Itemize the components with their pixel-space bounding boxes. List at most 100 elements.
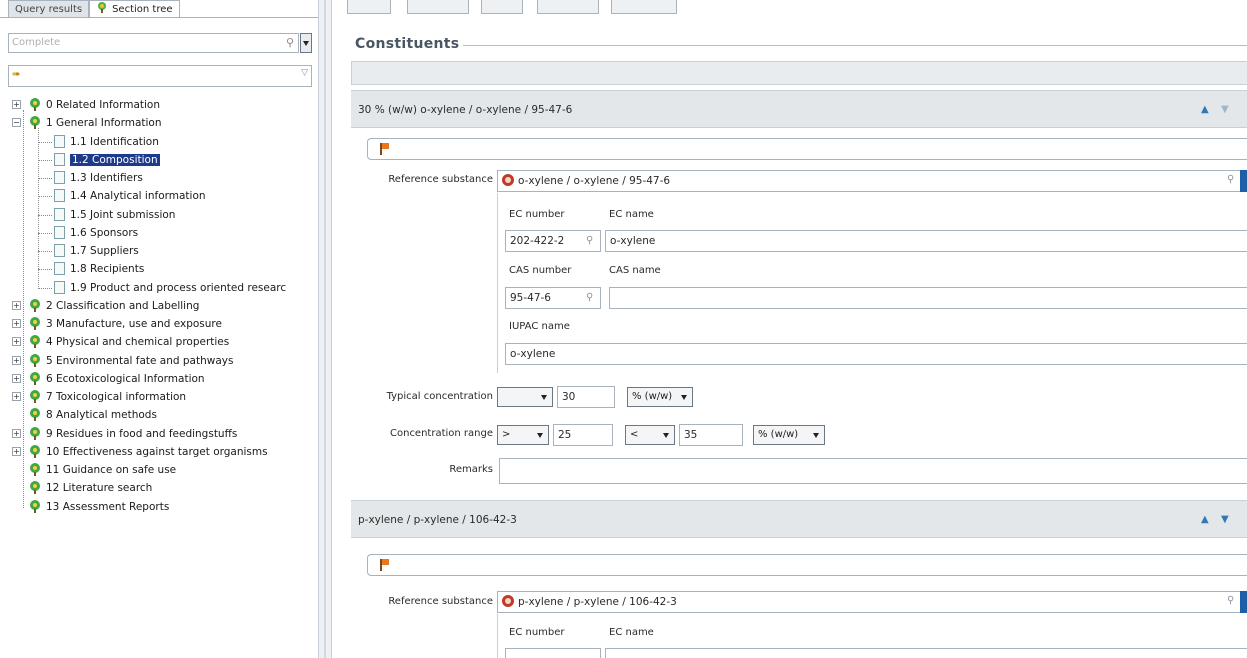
range-lower-qualifier-select[interactable]: >	[497, 425, 549, 445]
ec-number-label: EC number	[509, 209, 565, 220]
cas-number-field[interactable]: 95-47-6 ⚲	[505, 287, 601, 309]
tree-node[interactable]: +3 Manufacture, use and exposure	[12, 315, 222, 333]
tree-node[interactable]: +4 Physical and chemical properties	[12, 333, 229, 351]
cas-name-field[interactable]	[609, 287, 1247, 309]
document-icon	[54, 152, 65, 166]
splitter-grip[interactable]	[324, 0, 326, 658]
constituent-header[interactable]: p-xylene / p-xylene / 106-42-3 ▲ ▼	[351, 500, 1247, 538]
tree-connector	[38, 196, 52, 198]
typical-concentration-input[interactable]: 30	[557, 386, 615, 408]
tab-section-tree[interactable]: Section tree	[89, 0, 180, 18]
clear-reference-button[interactable]	[1240, 170, 1247, 192]
toolbar-button-4[interactable]	[537, 0, 599, 14]
expand-icon[interactable]: +	[12, 319, 21, 328]
toolbar-button-3[interactable]	[481, 0, 523, 14]
tree-node[interactable]: 1.9 Product and process oriented researc	[54, 279, 286, 297]
tree-node[interactable]: 1.4 Analytical information	[54, 187, 206, 205]
tree-node[interactable]: 1.2 Composition	[54, 151, 160, 169]
pane-splitter[interactable]	[318, 0, 332, 658]
expand-icon[interactable]: +	[12, 428, 21, 438]
flag-bar[interactable]	[367, 554, 1247, 576]
range-unit-select[interactable]: % (w/w)	[753, 425, 825, 445]
tree-node-label: 1.5 Joint submission	[70, 208, 176, 221]
tree-node[interactable]: +0 Related Information	[12, 96, 160, 114]
tree-node[interactable]: +7 Toxicological information	[12, 388, 186, 406]
expand-icon[interactable]: +	[12, 337, 21, 347]
tree-node[interactable]: +6 Ecotoxicological Information	[12, 370, 205, 388]
range-upper-qualifier-select[interactable]: <	[625, 425, 675, 445]
tree-node[interactable]: 1.7 Suppliers	[54, 242, 139, 260]
ec-name-field[interactable]: o-xylene	[605, 230, 1247, 252]
expand-icon[interactable]: +	[12, 373, 21, 383]
template-filter-input[interactable]: ➠ ▽	[8, 65, 312, 87]
flag-icon[interactable]	[380, 143, 390, 155]
tree-node[interactable]: 13 Assessment Reports	[28, 498, 169, 516]
expand-icon[interactable]: +	[12, 300, 21, 310]
tree-node-label: 11 Guidance on safe use	[46, 464, 177, 476]
ec-number-field[interactable]: 202-422-2 ⚲	[505, 230, 601, 252]
iupac-name-field[interactable]: o-xylene	[505, 343, 1247, 365]
chevron-down-icon	[813, 433, 819, 438]
move-down-icon[interactable]: ▼	[1221, 514, 1229, 525]
section-node-icon	[30, 116, 40, 130]
collapse-icon[interactable]: −	[12, 118, 21, 128]
flag-bar[interactable]	[367, 138, 1247, 160]
toolbar-button-2[interactable]	[407, 0, 469, 14]
range-lower-input[interactable]: 25	[553, 424, 613, 446]
constituent-header[interactable]: 30 % (w/w) o-xylene / o-xylene / 95-47-6…	[351, 90, 1247, 128]
tree-node[interactable]: 8 Analytical methods	[28, 406, 157, 424]
flag-icon[interactable]	[380, 559, 390, 571]
search-icon[interactable]: ⚲	[586, 288, 593, 308]
range-upper-input[interactable]: 35	[679, 424, 743, 446]
expand-icon[interactable]: +	[12, 355, 21, 365]
typical-qualifier-select[interactable]	[497, 387, 553, 407]
search-icon[interactable]: ⚲	[586, 231, 593, 251]
range-lower-qualifier-value: >	[502, 429, 511, 440]
search-icon[interactable]: ⚲	[1227, 595, 1234, 606]
document-pane: Constituents 30 % (w/w) o-xylene / o-xyl…	[333, 0, 1247, 658]
reference-substance-field[interactable]: o-xylene / o-xylene / 95-47-6	[497, 170, 1241, 192]
reference-details-panel	[497, 614, 498, 658]
navigation-pane: Query results Section tree Complete ⚲ ➠ …	[0, 0, 318, 658]
tree-connector	[23, 110, 24, 508]
expand-icon[interactable]: +	[12, 392, 21, 401]
tree-node[interactable]: +9 Residues in food and feedingstuffs	[12, 425, 237, 443]
filter-dropdown-button[interactable]	[300, 33, 312, 53]
typical-unit-select[interactable]: % (w/w)	[627, 387, 693, 407]
tree-node[interactable]: 12 Literature search	[28, 479, 152, 497]
tree-node[interactable]: − 1 General Information	[12, 114, 162, 132]
tree-node[interactable]: +5 Environmental fate and pathways	[12, 352, 233, 370]
tree-node[interactable]: 1.1 Identification	[54, 133, 159, 151]
remarks-input[interactable]	[499, 458, 1247, 484]
search-icon[interactable]: ⚲	[286, 34, 294, 52]
reference-substance-field[interactable]: p-xylene / p-xylene / 106-42-3	[497, 591, 1241, 613]
toolbar-button-1[interactable]	[347, 0, 391, 14]
document-icon	[54, 134, 65, 148]
tree-node-label: 1.9 Product and process oriented researc	[70, 281, 287, 294]
move-up-icon[interactable]: ▲	[1201, 514, 1209, 525]
expand-icon[interactable]: +	[12, 100, 21, 109]
expand-icon[interactable]: +	[12, 446, 21, 456]
tree-node[interactable]: +10 Effectiveness against target organis…	[12, 443, 268, 461]
ec-name-field[interactable]	[605, 648, 1247, 658]
move-up-icon[interactable]: ▲	[1201, 104, 1209, 115]
tree-node-label: 1.4 Analytical information	[70, 190, 206, 203]
toolbar-button-5[interactable]	[611, 0, 677, 14]
document-icon	[54, 189, 65, 203]
clear-reference-button[interactable]	[1240, 591, 1247, 613]
search-icon[interactable]: ⚲	[1227, 174, 1234, 185]
tree-node[interactable]: 11 Guidance on safe use	[28, 461, 176, 479]
completeness-filter-input[interactable]: Complete ⚲	[8, 33, 299, 53]
ec-number-field[interactable]	[505, 648, 601, 658]
tab-query-results[interactable]: Query results	[8, 0, 90, 18]
tree-node[interactable]: +2 Classification and Labelling	[12, 297, 199, 315]
move-down-icon[interactable]: ▼	[1221, 104, 1229, 115]
reference-substance-label: Reference substance	[388, 596, 493, 607]
tree-node[interactable]: 1.3 Identifiers	[54, 169, 143, 187]
tree-node[interactable]: 1.8 Recipients	[54, 260, 144, 278]
section-node-icon	[30, 317, 40, 330]
tree-connector	[38, 141, 52, 143]
chevron-down-icon[interactable]: ▽	[301, 68, 308, 78]
tree-node[interactable]: 1.5 Joint submission	[54, 206, 175, 224]
tree-node[interactable]: 1.6 Sponsors	[54, 224, 138, 242]
